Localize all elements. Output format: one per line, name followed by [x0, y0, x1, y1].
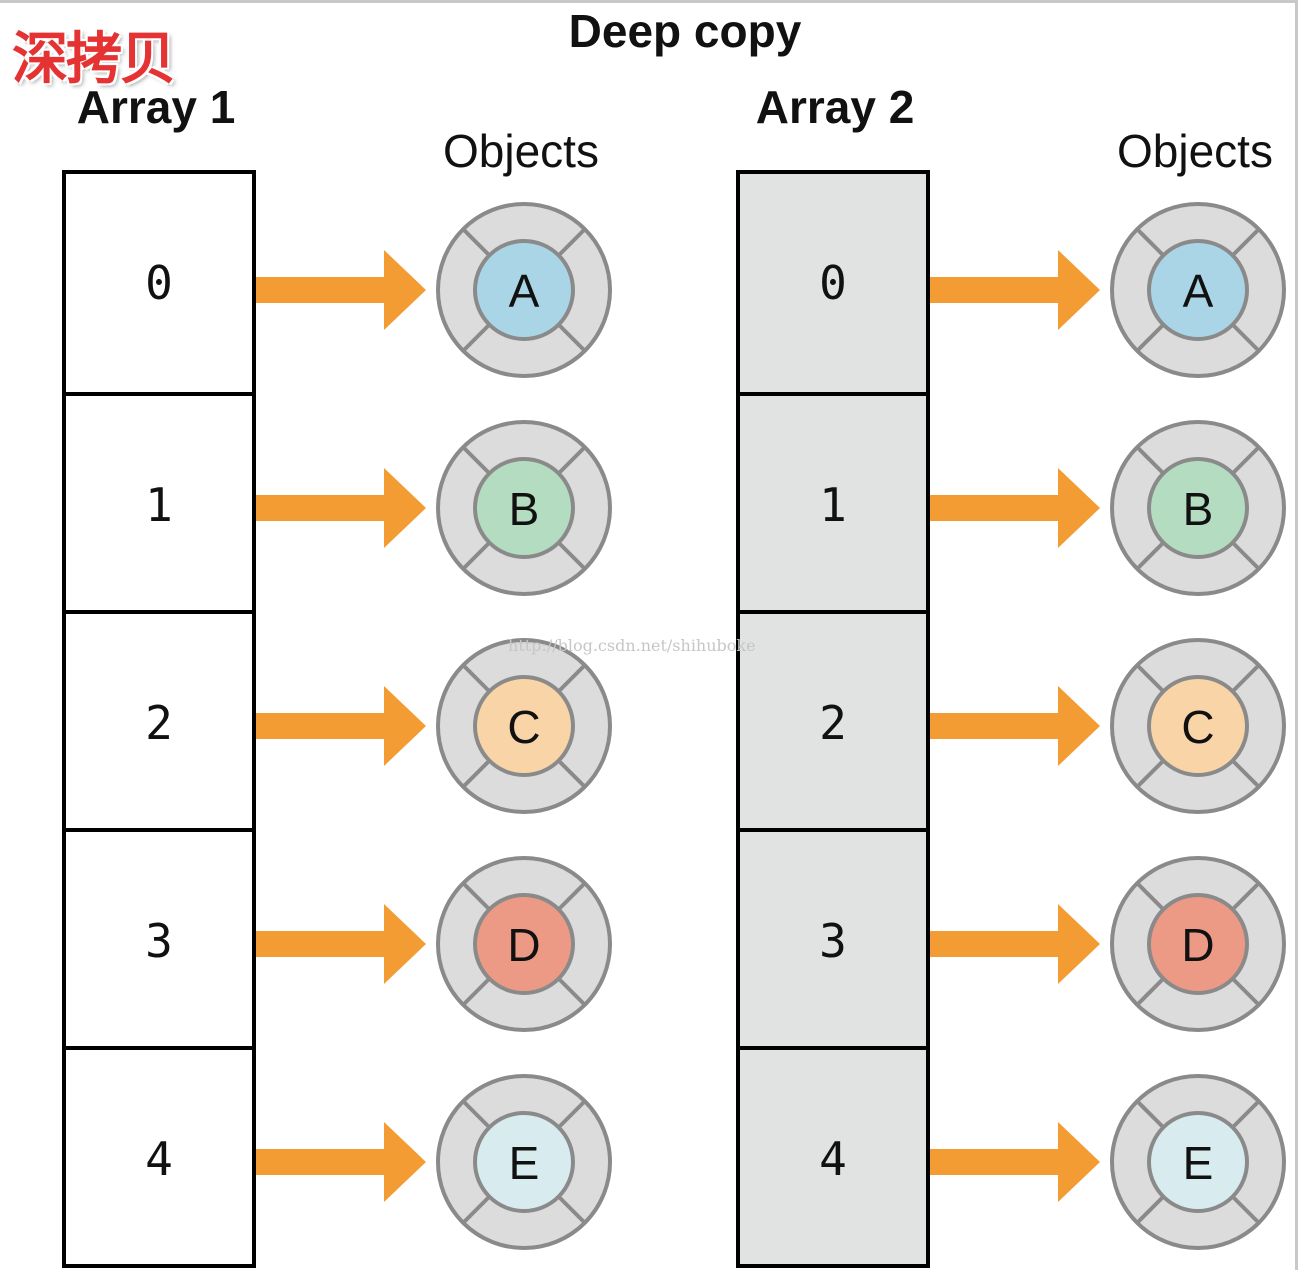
watermark: http://blog.csdn.net/shihuboke	[508, 636, 756, 655]
array-2-object-D: D	[1110, 856, 1286, 1032]
array-1-object-B: B	[436, 420, 612, 596]
array-2-arrow-1	[930, 468, 1100, 548]
array-1-object-label-C: C	[507, 701, 540, 753]
array-1-object-A: A	[436, 202, 612, 378]
arrows-and-objects: A B C D E A B C D E	[256, 202, 1286, 1250]
array-1-object-C: C	[436, 638, 612, 814]
array-1-object-label-B: B	[509, 483, 540, 535]
array-2-arrow-2	[930, 686, 1100, 766]
array-1-object-label-A: A	[509, 265, 540, 317]
array-2-object-label-E: E	[1183, 1137, 1214, 1189]
array-1-arrow-3	[256, 904, 426, 984]
array-2-arrow-0	[930, 250, 1100, 330]
array-1-arrow-2	[256, 686, 426, 766]
array-1-object-label-D: D	[507, 919, 540, 971]
array-2-object-E: E	[1110, 1074, 1286, 1250]
array-2-object-label-B: B	[1183, 483, 1214, 535]
array-2-object-A: A	[1110, 202, 1286, 378]
array-1-object-label-E: E	[509, 1137, 540, 1189]
array-2-object-B: B	[1110, 420, 1286, 596]
array-1-arrow-4	[256, 1122, 426, 1202]
array-2-object-label-C: C	[1181, 701, 1214, 753]
array-1-arrow-0	[256, 250, 426, 330]
array-2-object-label-D: D	[1181, 919, 1214, 971]
array-2-object-label-A: A	[1183, 265, 1214, 317]
array-1-object-D: D	[436, 856, 612, 1032]
diagram-canvas: 深拷贝 Deep copy Array 1 Objects 0 1 2 3 4 …	[0, 0, 1298, 1270]
array-2-object-C: C	[1110, 638, 1286, 814]
array-1-object-E: E	[436, 1074, 612, 1250]
array-2-arrow-4	[930, 1122, 1100, 1202]
array-2-arrow-3	[930, 904, 1100, 984]
array-1-arrow-1	[256, 468, 426, 548]
